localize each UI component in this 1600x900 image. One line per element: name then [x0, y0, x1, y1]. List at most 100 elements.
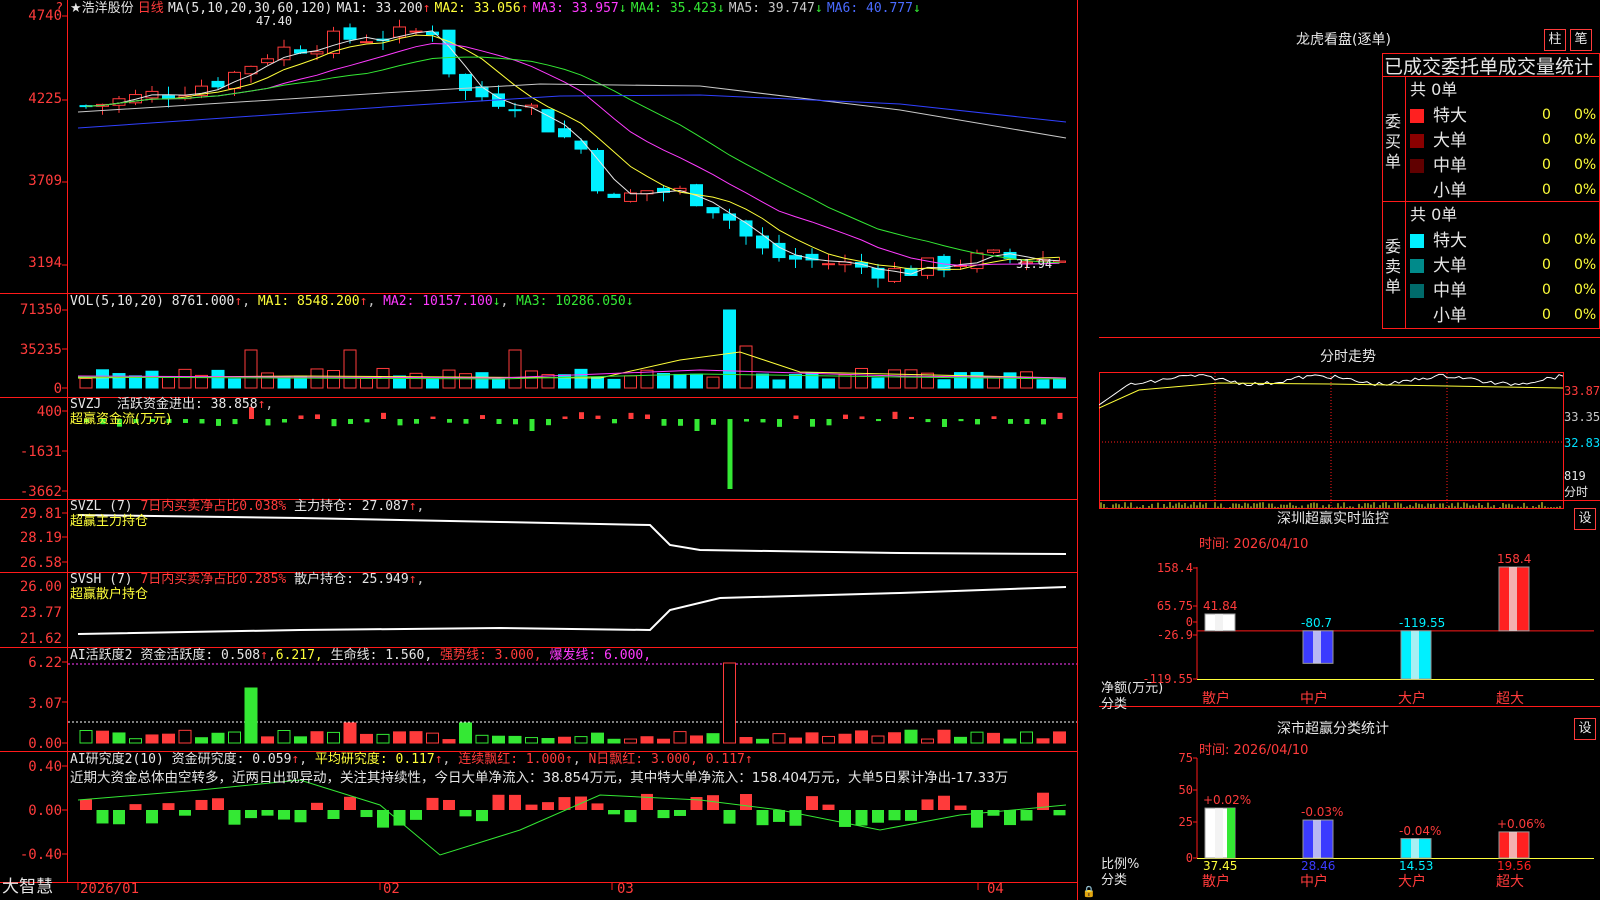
ai1-bar: [937, 729, 951, 744]
sz1-settings-button[interactable]: 设: [1574, 508, 1596, 530]
price-axis-2: 3709: [28, 173, 62, 189]
svzj-bar: [595, 415, 601, 419]
ai2-bar: [360, 810, 373, 818]
sz2-bar-value: 37.45: [1203, 859, 1238, 873]
sz2-bar-label: -0.03%: [1301, 805, 1344, 820]
sell-row-value: 0: [1542, 282, 1551, 298]
svzj-bar: [298, 415, 304, 419]
sz1-axis-label: -119.55: [1142, 672, 1193, 686]
svzj-bar: [942, 419, 947, 427]
app-logo: 大智慧: [2, 877, 53, 897]
buy-row-name: 中单: [1433, 156, 1467, 176]
ai1-bar: [1020, 731, 1033, 744]
svzj-bar: [661, 419, 667, 426]
ai1-bar: [723, 662, 736, 744]
vol-bar: [706, 376, 720, 389]
main-chart-area[interactable]: ★浩洋股份 日线 MA(5,10,20,30,60,120) MA1: 33.2…: [0, 0, 1096, 900]
buy-swatch-0: [1410, 109, 1424, 123]
ai1-bar: [756, 738, 769, 744]
ai2-bar: [212, 798, 224, 810]
sell-row-value: 0: [1542, 232, 1551, 248]
candle-body: [343, 27, 357, 40]
vol-bar: [162, 376, 175, 389]
ai2-bar: [542, 802, 554, 810]
ai1-bar: [1003, 738, 1017, 744]
vol-bar: [970, 371, 984, 389]
sz2-bar-shine: [1411, 838, 1419, 858]
svzl-header: SVZL (7) 7日内买卖净占比0.038% 主力持仓: 27.087↑,: [70, 499, 425, 514]
sell-total: 共 0单: [1410, 205, 1458, 224]
sz2-bar-shine: [1509, 831, 1517, 858]
sz2-category: 超大: [1496, 874, 1524, 890]
ai1-bar: [79, 730, 93, 744]
svzj-bar: [546, 419, 551, 426]
svzj-bar: [727, 419, 733, 489]
sz1-bar-label: -119.55: [1399, 615, 1446, 630]
sz2-settings-button[interactable]: 设: [1574, 718, 1596, 740]
ai2-bar: [261, 810, 274, 816]
sz1-bar-shine: [1313, 630, 1321, 664]
svzj-bar: [1024, 419, 1030, 424]
ai1-bar: [508, 735, 522, 744]
candle-body: [624, 192, 637, 202]
svzj-bar: [760, 419, 766, 423]
svzj-bar: [562, 416, 568, 419]
right-panel: 龙虎看盘(逐单) 柱 笔 已成交委托单成交量统计 委买单 共 0单 特大 0 0% 大…: [1099, 0, 1600, 900]
ai2-bar: [822, 804, 835, 810]
ai1-bar: [838, 733, 852, 744]
svzj-bar: [496, 419, 502, 424]
sz2-bar-accent: [1227, 808, 1235, 858]
svzj-bar: [397, 419, 403, 426]
sell-row-name: 中单: [1433, 281, 1467, 301]
vol-bar: [822, 378, 835, 389]
svzj-bar: [810, 419, 815, 427]
vol-bar: [805, 372, 819, 389]
svzj-bar: [628, 412, 634, 419]
vol-bar: [855, 367, 868, 389]
vol-axis-2: 0: [53, 381, 62, 397]
vol-bar: [904, 369, 918, 389]
svzj-bar: [430, 416, 436, 419]
candle-body: [310, 51, 324, 55]
price-axis-1: 4225: [28, 91, 62, 107]
vol-header: VOL(5,10,20) 8761.000↑, MA1: 8548.200↑, …: [70, 294, 634, 309]
ai1-bar: [96, 730, 109, 744]
ai1-bar: [376, 733, 390, 744]
svzj-bar: [1008, 419, 1013, 424]
ai2-bar: [938, 795, 950, 810]
ai1-bar: [294, 736, 307, 744]
sell-row-pct: 0%: [1574, 232, 1597, 248]
candle-body: [360, 41, 373, 44]
vol-bar: [1003, 372, 1017, 389]
svzj-bar: [579, 412, 584, 419]
svzj-bar: [892, 411, 898, 419]
ai1-bar: [360, 733, 373, 744]
ai1-bar: [343, 722, 357, 744]
svsh-axis-2: 21.62: [19, 631, 62, 647]
candle-body: [706, 207, 720, 214]
ai2-bar: [459, 810, 472, 817]
bar-mode-button[interactable]: 柱: [1544, 29, 1566, 51]
ai2-axis-1: 0.00: [28, 803, 62, 819]
candle-body: [541, 109, 555, 133]
period-label[interactable]: 日线: [138, 1, 164, 16]
svzj-bar: [282, 419, 287, 423]
fenshi-axis-0: 33.87: [1564, 384, 1600, 398]
tick-mode-button[interactable]: 笔: [1570, 29, 1592, 51]
ai2-bar: [921, 799, 934, 810]
xaxis-label-apr: 04: [987, 881, 1004, 897]
ai1-bar: [690, 735, 703, 744]
ma-label: MA(5,10,20,30,60,120): [167, 1, 333, 16]
vol-bar: [607, 378, 621, 389]
vol-bar: [673, 373, 687, 389]
candle-body: [211, 80, 225, 88]
candle-body: [574, 140, 588, 150]
sz2-bar-value: 19.56: [1497, 859, 1532, 873]
ai1-axis-1: 3.07: [28, 696, 62, 712]
sz2-category: 中户: [1300, 874, 1328, 890]
vol-bar: [789, 373, 802, 389]
lock-icon[interactable]: 🔒: [1082, 884, 1096, 899]
svzj-bar: [232, 419, 238, 425]
vol-axis-0: 71350: [19, 302, 62, 318]
sz2-axis-label: 75: [1178, 751, 1193, 765]
